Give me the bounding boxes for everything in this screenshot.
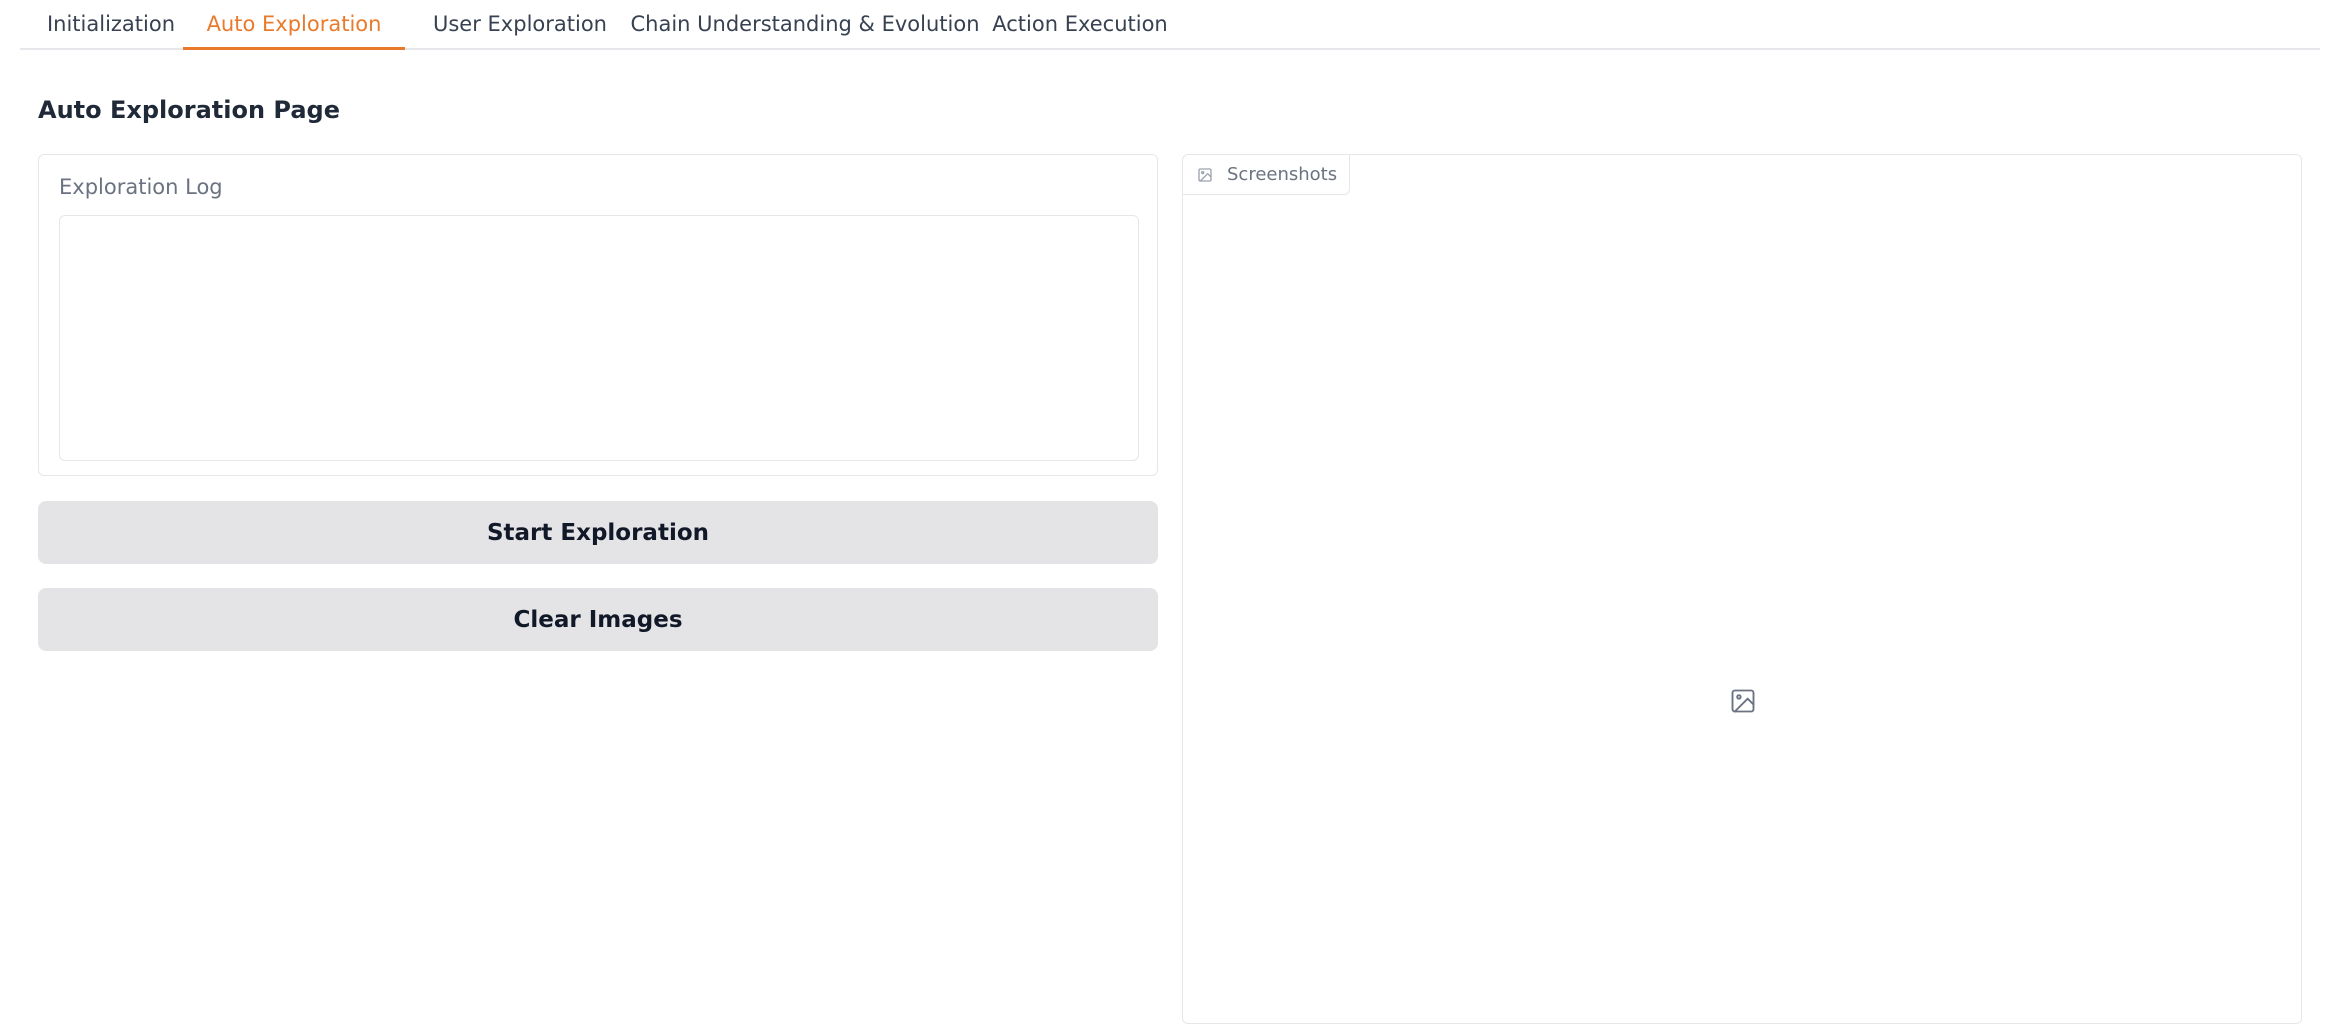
exploration-log-panel: Exploration Log (38, 154, 1158, 476)
page-title: Auto Exploration Page (38, 96, 341, 124)
screenshots-label: Screenshots (1227, 164, 1338, 185)
tab-chain-understanding-evolution[interactable]: Chain Understanding & Evolution (620, 0, 990, 50)
tab-user-exploration[interactable]: User Exploration (410, 0, 630, 50)
exploration-log-textarea[interactable] (59, 215, 1139, 461)
tab-initialization[interactable]: Initialization (44, 0, 178, 50)
image-icon (1197, 167, 1213, 183)
start-exploration-button[interactable]: Start Exploration (38, 501, 1158, 564)
image-placeholder-icon (1729, 687, 1757, 715)
screenshots-gallery: Screenshots (1182, 154, 2302, 1024)
exploration-log-label: Exploration Log (59, 175, 223, 199)
screenshots-label-tab: Screenshots (1183, 155, 1351, 195)
tab-bar: Initialization Auto Exploration User Exp… (20, 0, 2320, 50)
tab-action-execution[interactable]: Action Execution (980, 0, 1180, 50)
clear-images-button[interactable]: Clear Images (38, 588, 1158, 651)
tab-auto-exploration[interactable]: Auto Exploration (183, 0, 405, 50)
